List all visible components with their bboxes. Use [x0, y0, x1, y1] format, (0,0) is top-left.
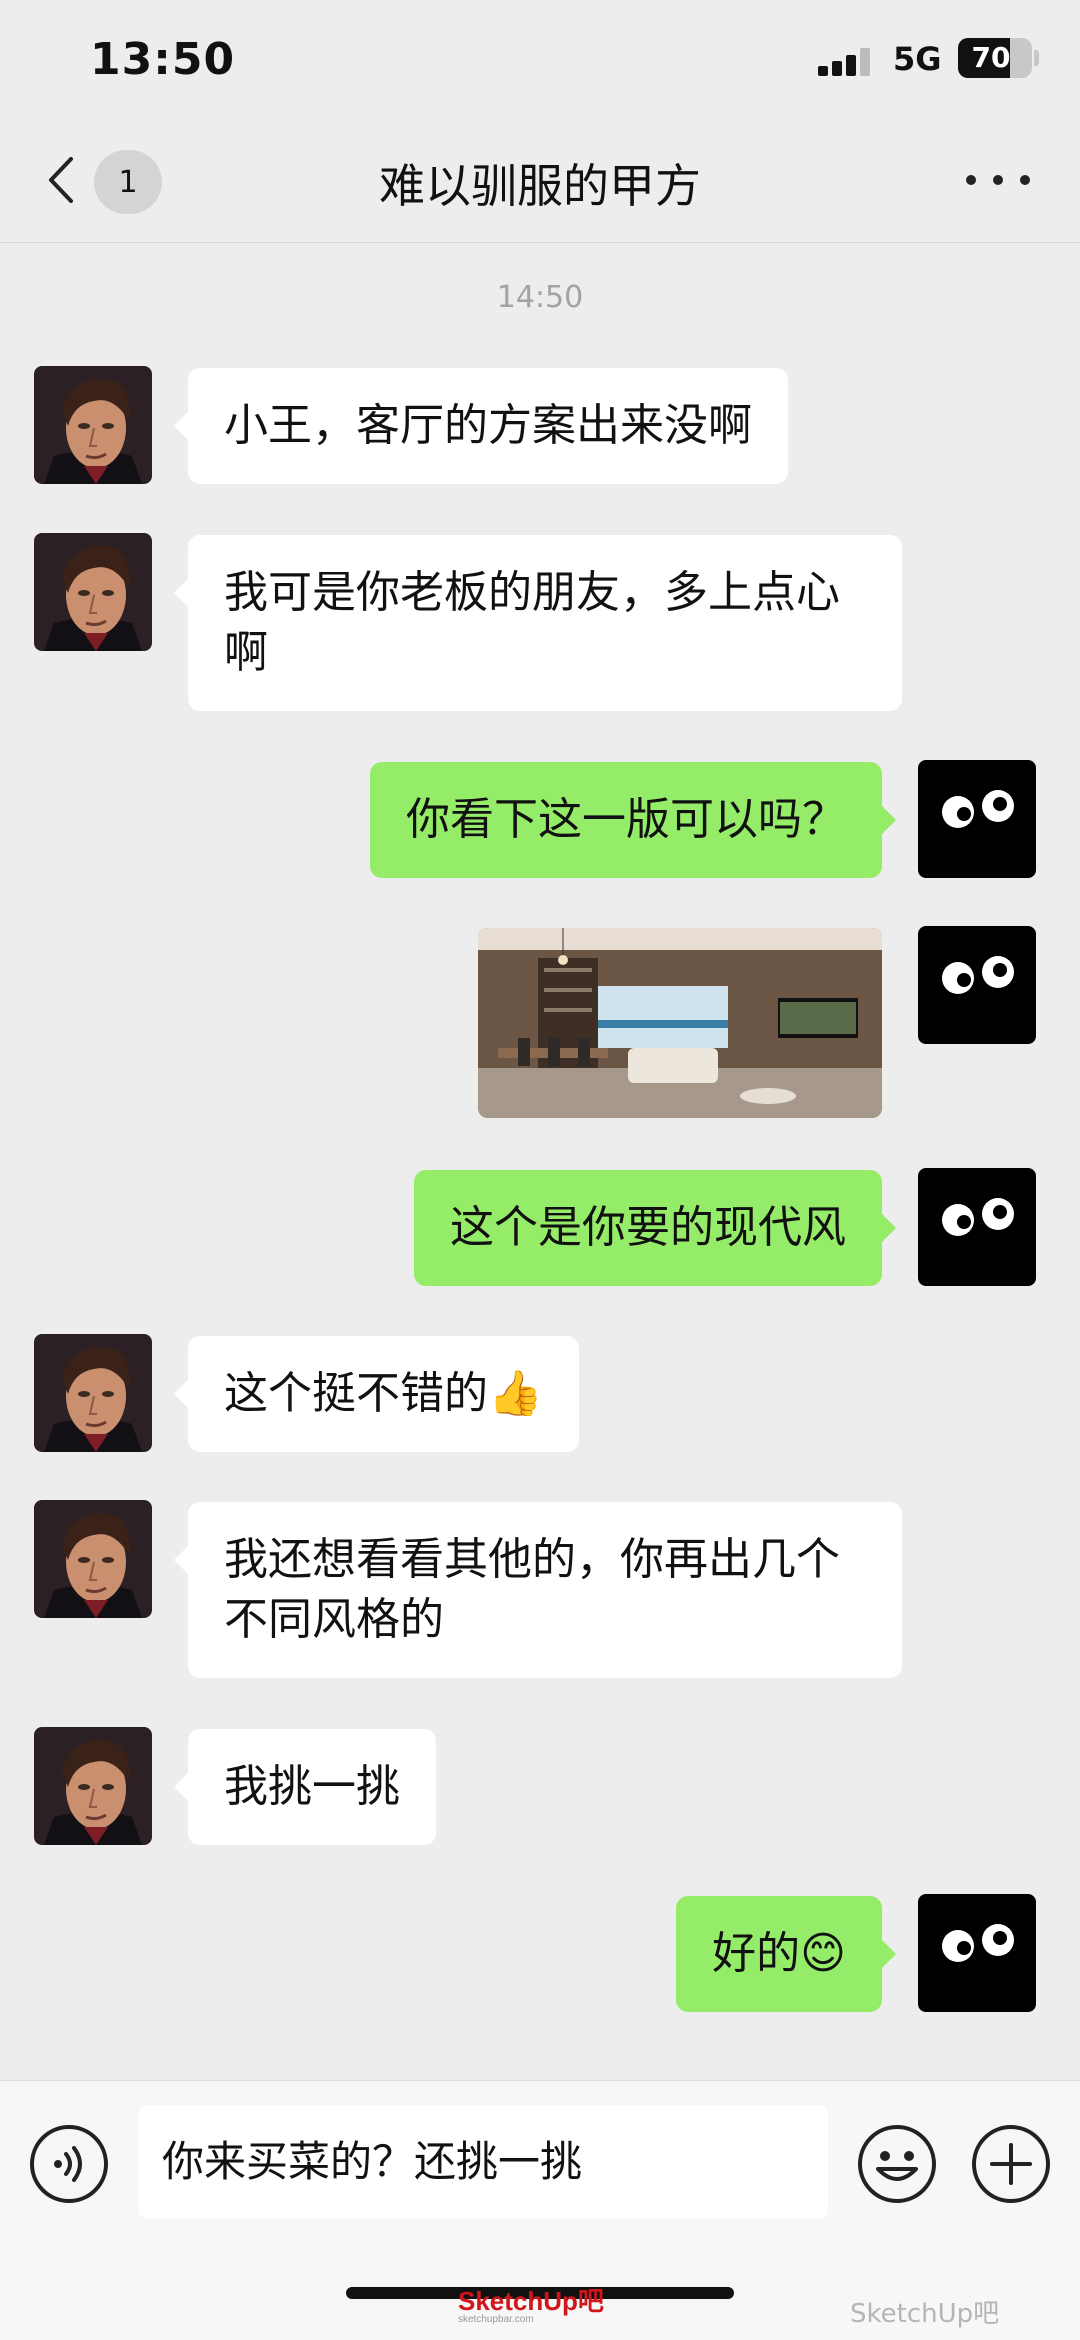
- plus-icon: [972, 2125, 1050, 2203]
- more-dot-icon: [966, 175, 976, 185]
- unread-badge[interactable]: 1: [94, 150, 162, 214]
- self-avatar[interactable]: [918, 1168, 1036, 1286]
- more-functions-button[interactable]: [970, 2123, 1052, 2205]
- self-avatar[interactable]: [918, 760, 1036, 878]
- message-input[interactable]: 你来买菜的？还挑一挑: [138, 2105, 828, 2219]
- contact-avatar[interactable]: [34, 533, 152, 651]
- self-avatar[interactable]: [918, 926, 1036, 1044]
- back-button[interactable]: [30, 150, 90, 210]
- battery-icon: 70: [958, 38, 1032, 78]
- contact-avatar[interactable]: [34, 1334, 152, 1452]
- living-room-render-image[interactable]: [478, 928, 882, 1118]
- received-message-bubble[interactable]: 我还想看看其他的，你再出几个不同风格的: [174, 1502, 902, 1678]
- voice-button[interactable]: [28, 2123, 110, 2205]
- contact-avatar[interactable]: [34, 1727, 152, 1845]
- battery-percent: 70: [971, 41, 1011, 74]
- contact-avatar[interactable]: [34, 366, 152, 484]
- emoji-button[interactable]: [856, 2123, 938, 2205]
- sent-message-bubble[interactable]: 你看下这一版可以吗？: [370, 762, 896, 878]
- watermark-text: SketchUp吧: [850, 2299, 1000, 2329]
- input-bar: 你来买菜的？还挑一挑 SketchUp吧 sketchupbar.com Ske…: [0, 2080, 1080, 2340]
- received-message-bubble[interactable]: 我挑一挑: [174, 1729, 436, 1845]
- received-message-bubble[interactable]: 小王，客厅的方案出来没啊: [174, 368, 788, 484]
- more-dot-icon: [1020, 175, 1030, 185]
- status-time: 13:50: [90, 34, 236, 85]
- watermark-logo-text: SketchUp吧: [458, 2286, 604, 2316]
- more-button[interactable]: [966, 160, 1030, 200]
- more-dot-icon: [993, 175, 1003, 185]
- chevron-left-icon: [49, 157, 73, 203]
- voice-icon: [30, 2125, 108, 2203]
- emoji-icon: [858, 2125, 936, 2203]
- network-type: 5G: [893, 40, 942, 78]
- watermark-logo: SketchUp吧 sketchupbar.com: [458, 2281, 604, 2325]
- status-bar: 13:50 5G 70: [0, 0, 1080, 120]
- chat-header: 1 难以驯服的甲方: [0, 120, 1080, 243]
- sent-message-bubble[interactable]: 好的😊: [676, 1896, 896, 2012]
- chat-title: 难以驯服的甲方: [379, 159, 701, 213]
- signal-icon: [818, 48, 874, 76]
- message-timestamp: 14:50: [496, 280, 584, 315]
- received-message-bubble[interactable]: 我可是你老板的朋友，多上点心啊: [174, 535, 902, 711]
- sent-message-bubble[interactable]: 这个是你要的现代风: [414, 1170, 896, 1286]
- received-message-bubble[interactable]: 这个挺不错的👍: [174, 1336, 579, 1452]
- self-avatar[interactable]: [918, 1894, 1036, 2012]
- battery-tip: [1034, 50, 1039, 66]
- contact-avatar[interactable]: [34, 1500, 152, 1618]
